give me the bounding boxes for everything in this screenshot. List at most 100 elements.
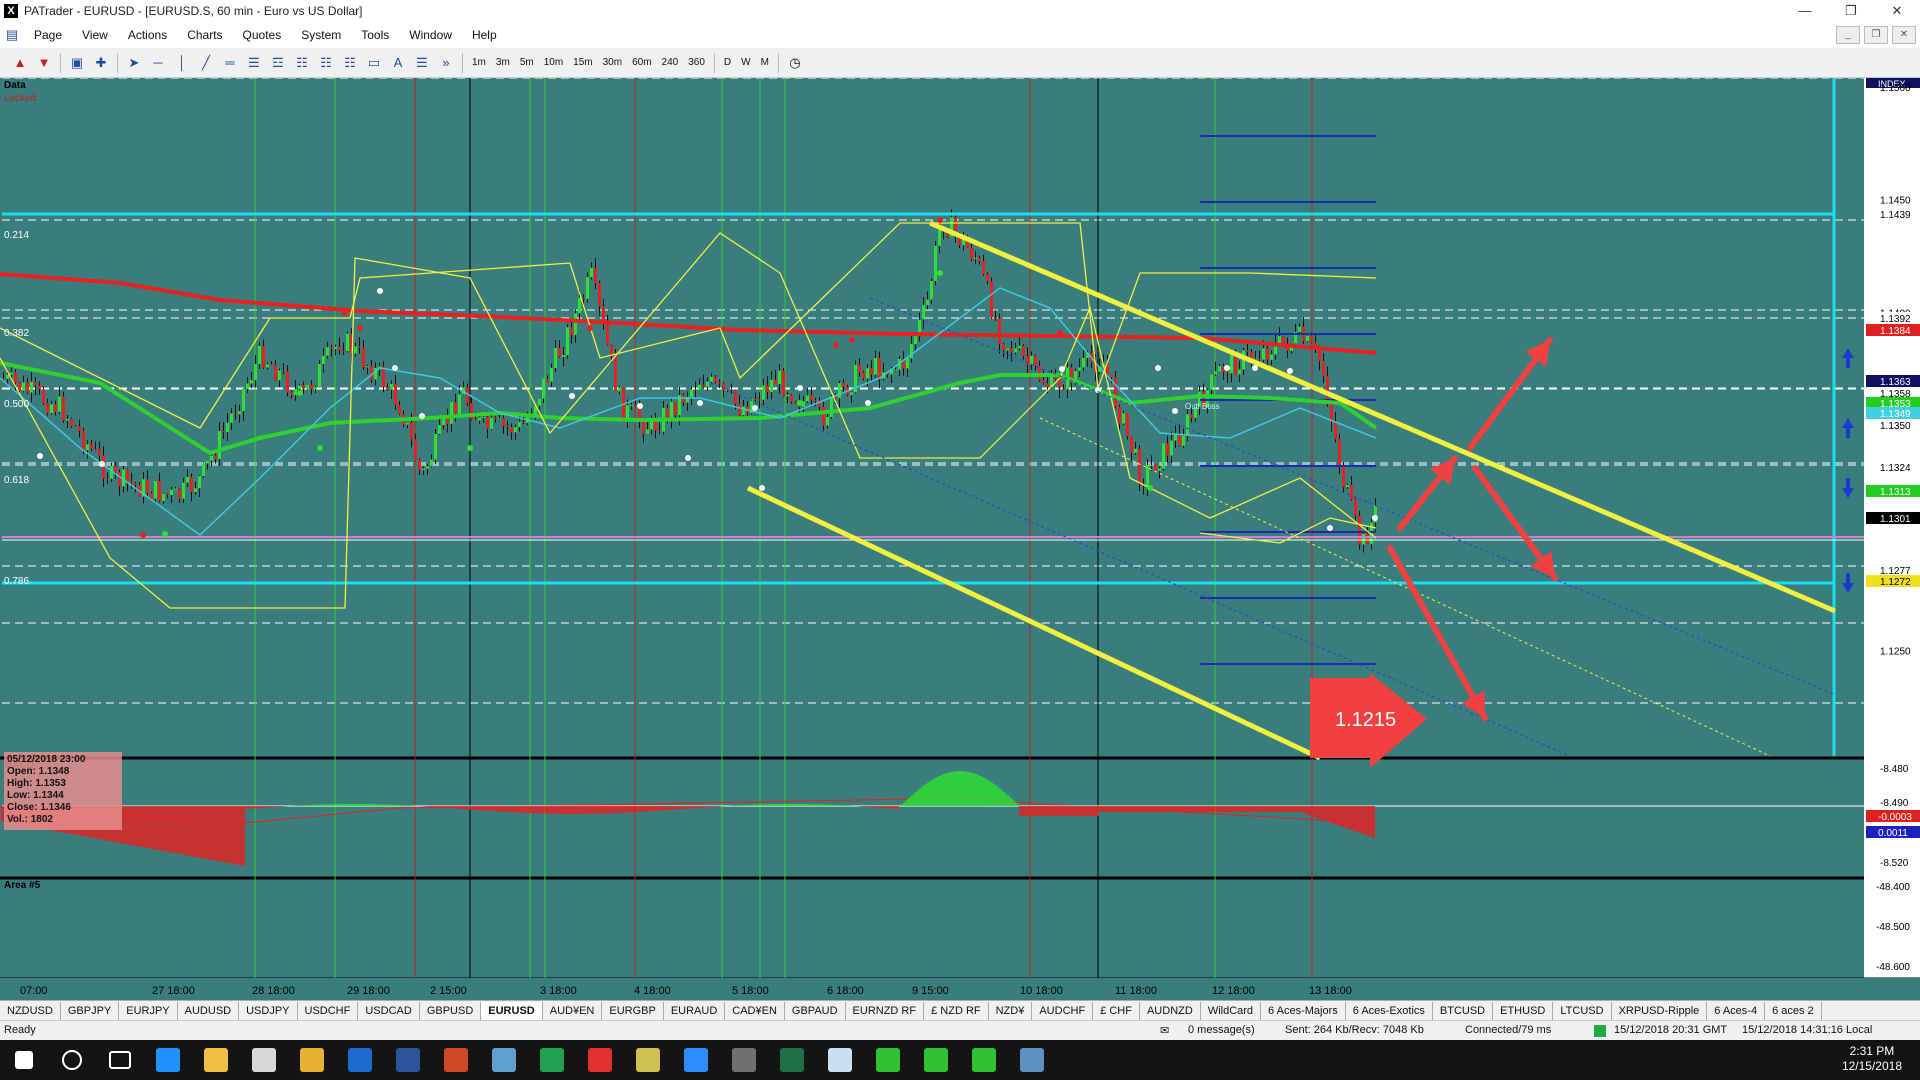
symbol-tab[interactable]: AUDNZD (1140, 1002, 1201, 1020)
symbol-tab[interactable]: EURJPY (119, 1002, 178, 1020)
camtasia-icon[interactable] (864, 1040, 912, 1080)
zoom-icon[interactable] (672, 1040, 720, 1080)
rectangle-icon[interactable]: ▭ (364, 53, 384, 73)
minimize-button[interactable]: — (1782, 0, 1828, 22)
app-icon[interactable] (1008, 1040, 1056, 1080)
app-icon[interactable] (576, 1040, 624, 1080)
camtasia-icon[interactable] (912, 1040, 960, 1080)
status-messages[interactable]: 0 message(s) (1188, 1024, 1255, 1036)
restore-button[interactable]: ❐ (1828, 0, 1874, 22)
symbol-tab[interactable]: NZDUSD (0, 1002, 61, 1020)
crosshair-icon[interactable]: ✚ (91, 53, 111, 73)
app-icon[interactable] (480, 1040, 528, 1080)
symbol-tab[interactable]: 6 Aces-4 (1707, 1002, 1766, 1020)
edge-icon[interactable] (144, 1040, 192, 1080)
powerpoint-icon[interactable] (432, 1040, 480, 1080)
trendline-icon[interactable]: ╱ (196, 53, 216, 73)
calculator-icon[interactable] (720, 1040, 768, 1080)
timeframe-60m[interactable]: 60m (627, 57, 656, 68)
gann-icon[interactable]: ☷ (292, 53, 312, 73)
symbol-tab[interactable]: CAD¥EN (725, 1002, 785, 1020)
menu-view[interactable]: View (72, 28, 118, 42)
pitchfork-icon[interactable]: ☷ (316, 53, 336, 73)
menu-system[interactable]: System (291, 28, 351, 42)
chart-icon[interactable]: ▣ (67, 53, 87, 73)
delete-icon[interactable]: ☰ (412, 53, 432, 73)
windows-start-icon[interactable] (0, 1040, 48, 1080)
timeframe-240[interactable]: 240 (657, 57, 684, 68)
symbol-tab[interactable]: NZD¥ (989, 1002, 1033, 1020)
symbol-tab[interactable]: EURGBP (602, 1002, 664, 1020)
taskbar-clock[interactable]: 2:31 PM 12/15/2018 (1842, 1044, 1902, 1074)
symbol-tab[interactable]: EURAUD (664, 1002, 726, 1020)
patrader-icon[interactable] (240, 1040, 288, 1080)
vline-icon[interactable]: │ (172, 53, 192, 73)
symbol-tab[interactable]: AUDCHF (1032, 1002, 1094, 1020)
task-view-icon[interactable] (96, 1040, 144, 1080)
page-menu-icon[interactable]: ▤ (2, 25, 22, 45)
excel-icon[interactable] (768, 1040, 816, 1080)
symbol-tab[interactable]: GBPAUD (785, 1002, 846, 1020)
mdi-minimize-button[interactable]: _ (1836, 26, 1860, 44)
close-button[interactable]: ✕ (1874, 0, 1920, 22)
chart-area[interactable]: 1.1215 0.214 0.382 0.500 0.618 0.786 Data Lock… (0, 78, 1920, 1000)
timeframe-w[interactable]: W (736, 57, 755, 68)
timeframe-5m[interactable]: 5m (515, 57, 539, 68)
symbol-tab[interactable]: EURUSD (481, 1002, 543, 1020)
channel-icon[interactable]: ═ (220, 53, 240, 73)
more-icon[interactable]: » (436, 53, 456, 73)
symbol-tab[interactable]: GBPUSD (420, 1002, 482, 1020)
outlook-icon[interactable] (336, 1040, 384, 1080)
symbol-tab[interactable]: 6 aces 2 (1765, 1002, 1822, 1020)
timeframe-30m[interactable]: 30m (598, 57, 627, 68)
menu-help[interactable]: Help (462, 28, 507, 42)
timeframe-d[interactable]: D (719, 57, 736, 68)
symbol-tab[interactable]: GBPJPY (61, 1002, 120, 1020)
timeframe-10m[interactable]: 10m (539, 57, 568, 68)
camtasia-icon[interactable] (960, 1040, 1008, 1080)
word-icon[interactable] (384, 1040, 432, 1080)
fib-icon[interactable]: ☰ (244, 53, 264, 73)
symbol-tab[interactable]: USDCAD (358, 1002, 420, 1020)
symbol-tab[interactable]: £ NZD RF (924, 1002, 989, 1020)
text-icon[interactable]: A (388, 53, 408, 73)
timeframe-15m[interactable]: 15m (568, 57, 597, 68)
fib-fan-icon[interactable]: ☲ (268, 53, 288, 73)
buy-icon[interactable]: ▲ (10, 53, 30, 73)
mdi-close-button[interactable]: ✕ (1892, 26, 1916, 44)
menu-tools[interactable]: Tools (351, 28, 399, 42)
app-icon[interactable] (816, 1040, 864, 1080)
symbol-tab[interactable]: ETHUSD (1493, 1002, 1554, 1020)
symbol-tab[interactable]: AUDUSD (178, 1002, 240, 1020)
symbol-tab[interactable]: AUD¥EN (543, 1002, 603, 1020)
app-icon[interactable] (624, 1040, 672, 1080)
menu-window[interactable]: Window (399, 28, 462, 42)
symbol-tab[interactable]: WildCard (1201, 1002, 1262, 1020)
symbol-tab[interactable]: BTCUSD (1433, 1002, 1494, 1020)
clock-icon[interactable]: ◷ (785, 53, 805, 73)
hline-icon[interactable]: ─ (148, 53, 168, 73)
explorer-icon[interactable] (192, 1040, 240, 1080)
menu-actions[interactable]: Actions (118, 28, 177, 42)
symbol-tab[interactable]: EURNZD RF (846, 1002, 925, 1020)
menu-quotes[interactable]: Quotes (233, 28, 292, 42)
chrome-icon[interactable] (288, 1040, 336, 1080)
symbol-tab[interactable]: 6 Aces-Majors (1261, 1002, 1346, 1020)
menu-charts[interactable]: Charts (177, 28, 232, 42)
timeframe-360[interactable]: 360 (683, 57, 710, 68)
cycle-icon[interactable]: ☷ (340, 53, 360, 73)
price-chart[interactable]: 1.1215 0.214 0.382 0.500 0.618 0.786 Data Lock… (0, 78, 1920, 1000)
symbol-tab[interactable]: USDCHF (298, 1002, 359, 1020)
symbol-tab[interactable]: XRPUSD-Ripple (1612, 1002, 1708, 1020)
symbol-tab[interactable]: 6 Aces-Exotics (1346, 1002, 1433, 1020)
mail-icon[interactable]: ✉ (1160, 1024, 1169, 1037)
symbol-tab[interactable]: £ CHF (1093, 1002, 1140, 1020)
menu-page[interactable]: Page (24, 28, 72, 42)
cursor-icon[interactable]: ➤ (124, 53, 144, 73)
symbol-tab[interactable]: USDJPY (239, 1002, 298, 1020)
symbol-tab[interactable]: LTCUSD (1553, 1002, 1612, 1020)
timeframe-m[interactable]: M (756, 57, 774, 68)
mdi-restore-button[interactable]: ❐ (1864, 26, 1888, 44)
timeframe-1m[interactable]: 1m (467, 57, 491, 68)
sell-icon[interactable]: ▼ (34, 53, 54, 73)
